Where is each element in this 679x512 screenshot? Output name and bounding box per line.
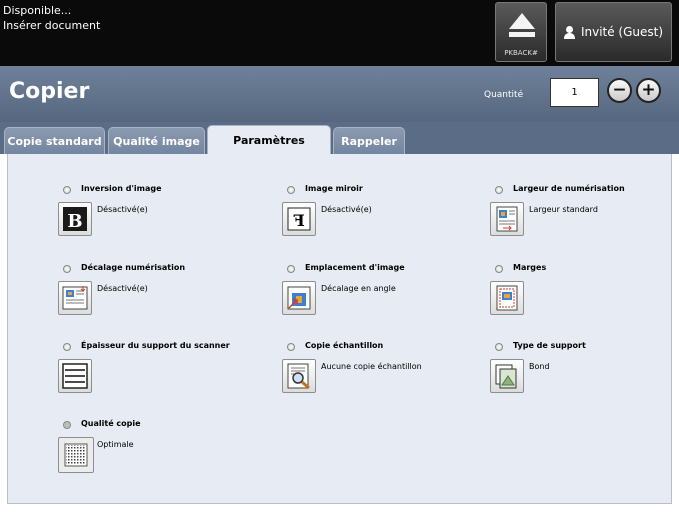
radio-indicator <box>287 186 295 194</box>
guest-label: Invité (Guest) <box>580 25 664 39</box>
option-title: Épaisseur du support du scanner <box>81 341 230 350</box>
option-title: Décalage numérisation <box>81 263 186 272</box>
margins-icon[interactable] <box>490 281 524 315</box>
status-message: Insérer document <box>3 19 101 32</box>
option-title: Inversion d'image <box>81 184 162 193</box>
top-status-bar: Disponible... Insérer document PKBACK# I… <box>0 0 679 66</box>
radio-indicator <box>495 343 503 351</box>
tab-parametres-avances[interactable]: Paramètres avancés <box>207 125 331 176</box>
svg-text:F: F <box>293 211 305 230</box>
option-value: Désactivé(e) <box>97 284 148 293</box>
pkback-label: PKBACK# <box>504 49 538 57</box>
scan-shift-icon[interactable] <box>58 281 92 315</box>
svg-text:B: B <box>67 211 82 232</box>
radio-indicator <box>287 343 295 351</box>
option-title: Largeur de numérisation <box>513 184 625 193</box>
option-value: Largeur standard <box>529 205 598 214</box>
scan-width-icon[interactable] <box>490 202 524 236</box>
radio-indicator <box>63 343 71 351</box>
status-text: Disponible... <box>3 4 72 17</box>
option-title: Marges <box>513 263 547 272</box>
tab-bar: Copie standard Qualité image Paramètres … <box>0 122 679 176</box>
user-icon <box>563 25 575 39</box>
radio-indicator <box>63 421 71 429</box>
option-title: Copie échantillon <box>305 341 384 350</box>
pkback-button[interactable]: PKBACK# <box>495 2 547 62</box>
quantity-field[interactable]: 1 <box>550 78 599 107</box>
option-title: Qualité copie <box>81 419 141 428</box>
radio-indicator <box>495 265 503 273</box>
copy-quality-icon[interactable] <box>58 437 94 473</box>
tab-rappeler[interactable]: Rappeler <box>333 127 405 154</box>
option-title: Emplacement d'image <box>305 263 405 272</box>
radio-indicator <box>63 265 71 273</box>
tab-copie-standard[interactable]: Copie standard <box>4 127 105 154</box>
radio-indicator <box>63 186 71 194</box>
radio-indicator <box>287 265 295 273</box>
radio-indicator <box>495 186 503 194</box>
option-value: Désactivé(e) <box>97 205 148 214</box>
option-value: Optimale <box>97 440 134 449</box>
mirror-f-icon[interactable]: F <box>282 202 316 236</box>
image-shift-icon[interactable] <box>282 281 316 315</box>
sample-copy-icon[interactable] <box>282 359 316 393</box>
inverted-b-icon[interactable]: B <box>58 202 92 236</box>
media-type-icon[interactable] <box>490 359 524 393</box>
option-value: Désactivé(e) <box>321 205 372 214</box>
page-title: Copier <box>9 79 90 104</box>
option-title: Type de support <box>513 341 586 350</box>
guest-login-button[interactable]: Invité (Guest) <box>555 2 672 62</box>
machine-status: Disponible... Insérer document <box>3 3 100 33</box>
page-header: Copier Quantité 1 − + <box>0 66 679 122</box>
option-value: Aucune copie échantillon <box>321 362 422 371</box>
quantity-label: Quantité <box>484 90 524 100</box>
option-value: Bond <box>529 362 550 371</box>
quantity-decrease-button[interactable]: − <box>607 78 632 103</box>
tab-qualite-image[interactable]: Qualité image <box>108 127 205 154</box>
option-title: Image miroir <box>305 184 363 193</box>
option-value: Décalage en angle <box>321 284 396 293</box>
scanner-thickness-icon[interactable] <box>58 359 92 393</box>
quantity-increase-button[interactable]: + <box>636 78 661 103</box>
